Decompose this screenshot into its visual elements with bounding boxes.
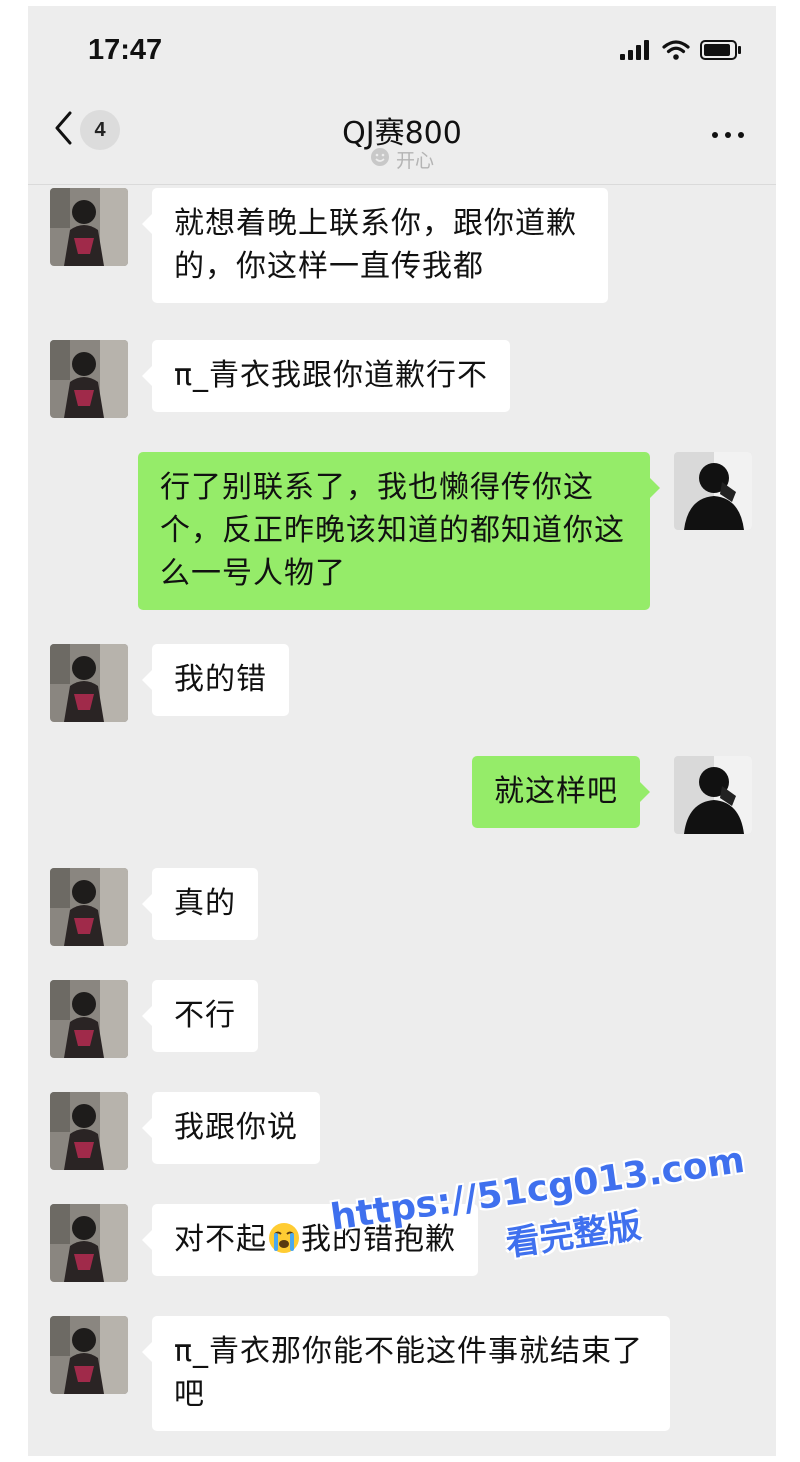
battery-icon — [700, 40, 742, 60]
more-options-button[interactable] — [712, 132, 744, 138]
message-text: 就这样吧 — [494, 774, 618, 809]
contact-avatar[interactable] — [50, 980, 128, 1058]
status-icons — [620, 40, 742, 60]
contact-avatar[interactable] — [50, 340, 128, 418]
message-bubble: 我跟你说 — [142, 1092, 320, 1164]
message-text: 我的错 — [174, 662, 267, 697]
message-text: π_青衣我跟你道歉行不 — [174, 358, 489, 393]
contact-avatar[interactable] — [50, 868, 128, 946]
more-dot — [712, 132, 718, 138]
more-dot — [725, 132, 731, 138]
contact-avatar[interactable] — [50, 1092, 128, 1170]
message-text: 真的 — [174, 886, 236, 921]
more-dot — [738, 132, 744, 138]
message-bubble: 就这样吧 — [472, 756, 650, 828]
message-bubble: π_青衣那你能不能这件事就结束了吧 — [142, 1316, 670, 1431]
contact-status: 开心 — [28, 146, 776, 173]
message-bubble: 不行 — [142, 980, 258, 1052]
message-bubble: 我的错 — [142, 644, 289, 716]
contact-avatar[interactable] — [50, 644, 128, 722]
message-text: 行了别联系了，我也懒得传你这个，反正昨晚该知道的都知道你这么一号人物了 — [160, 470, 625, 591]
message-text: 不行 — [174, 998, 236, 1033]
status-bar: 17:47 — [28, 6, 776, 96]
message-text: π_青衣那你能不能这件事就结束了吧 — [174, 1334, 644, 1412]
chat-header: 4 QJ赛800 开心 — [28, 96, 776, 185]
message-text: 我跟你说 — [174, 1110, 298, 1145]
crying-face-icon — [267, 1221, 301, 1255]
contact-status-text: 开心 — [395, 150, 434, 172]
message-bubble: 行了别联系了，我也懒得传你这个，反正昨晚该知道的都知道你这么一号人物了 — [138, 452, 660, 610]
message-bubble: 真的 — [142, 868, 258, 940]
self-avatar[interactable] — [674, 452, 752, 530]
wifi-icon — [662, 40, 690, 60]
message-bubble: π_青衣我跟你道歉行不 — [141, 340, 511, 412]
message-text: 就想着晚上联系你，跟你道歉的，你这样一直传我都 — [174, 206, 577, 284]
contact-avatar[interactable] — [50, 188, 128, 266]
message-bubble: 就想着晚上联系你，跟你道歉的，你这样一直传我都 — [142, 188, 608, 303]
contact-avatar[interactable] — [50, 1204, 128, 1282]
smile-status-icon — [370, 147, 390, 172]
message-text-before-emoji: 对不起 — [174, 1222, 267, 1257]
status-time: 17:47 — [88, 34, 163, 66]
self-avatar[interactable] — [674, 756, 752, 834]
cellular-signal-icon — [620, 40, 652, 60]
contact-avatar[interactable] — [50, 1316, 128, 1394]
